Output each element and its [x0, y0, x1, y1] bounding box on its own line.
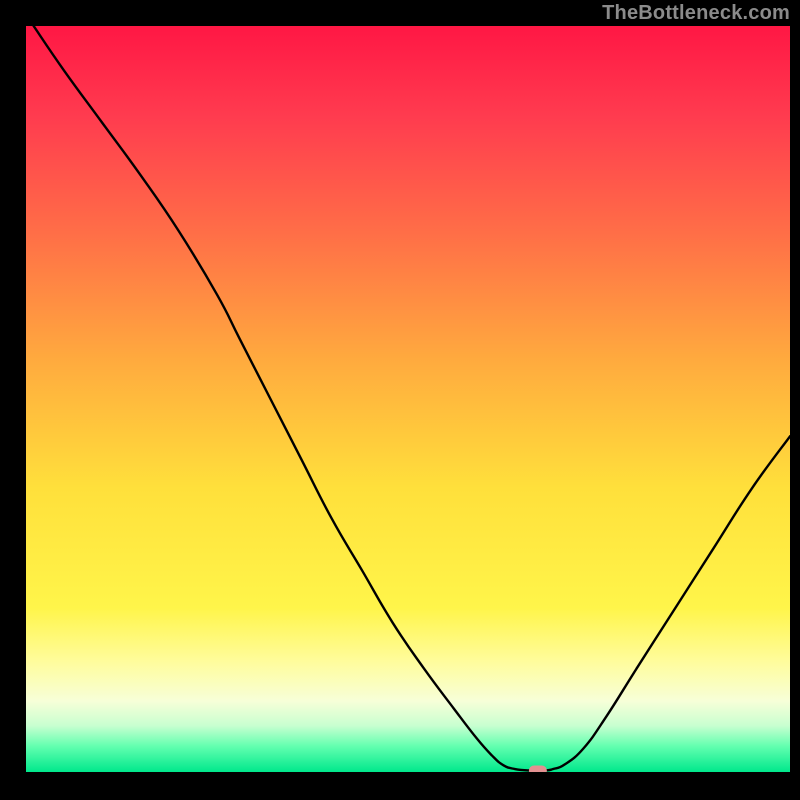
- plot-background: [26, 26, 790, 772]
- bottleneck-chart: [0, 0, 800, 800]
- watermark-text: TheBottleneck.com: [602, 2, 790, 25]
- optimal-point-marker: [529, 766, 547, 776]
- chart-stage: TheBottleneck.com: [0, 0, 800, 800]
